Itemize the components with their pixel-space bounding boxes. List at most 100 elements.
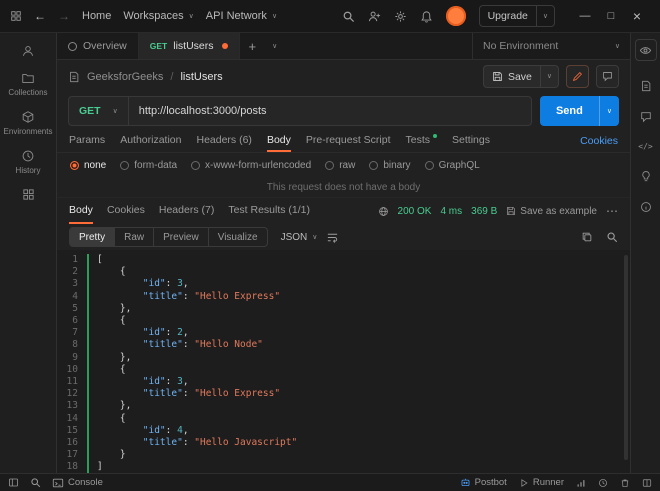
clock-icon — [598, 478, 608, 488]
breadcrumb-collection[interactable]: GeeksforGeeks — [87, 71, 163, 83]
body-type-form-data[interactable]: form-data — [120, 160, 177, 171]
tab-label: Params — [69, 134, 105, 146]
save-button[interactable]: Save ∨ — [483, 65, 559, 88]
notifications-bell-icon[interactable] — [420, 10, 433, 23]
code-line: 13 }, — [57, 400, 630, 412]
sidebar-item-more[interactable] — [22, 188, 35, 201]
save-label: Save — [508, 71, 532, 83]
info-icon — [640, 201, 652, 213]
edit-button[interactable] — [566, 65, 589, 88]
topbar: ← → Home Workspaces∨ API Network∨ Upgrad… — [0, 0, 660, 33]
cookies-link[interactable]: Cookies — [580, 129, 618, 152]
tab-params[interactable]: Params — [69, 129, 105, 152]
view-pretty[interactable]: Pretty — [70, 228, 115, 246]
search-icon[interactable] — [342, 10, 355, 23]
body-type-none[interactable]: none — [70, 160, 106, 171]
copy-icon[interactable] — [581, 231, 593, 243]
request-tabs: Params Authorization Headers (6) Body Pr… — [57, 129, 630, 153]
toggle-sidebar-button[interactable] — [8, 477, 19, 488]
tab-headers[interactable]: Headers (6) — [196, 129, 251, 152]
view-visualize[interactable]: Visualize — [209, 228, 267, 246]
sidebar-item-collections[interactable]: Collections — [8, 71, 47, 97]
upgrade-button[interactable]: Upgrade ∨ — [479, 5, 555, 27]
tab-settings[interactable]: Settings — [452, 129, 490, 152]
info-button[interactable] — [640, 201, 652, 213]
save-as-example-button[interactable]: Save as example — [506, 206, 597, 217]
response-body-editor[interactable]: 1[2 {3 "id": 3,4 "title": "Hello Express… — [57, 250, 630, 473]
body-type-urlencoded[interactable]: x-www-form-urlencoded — [191, 160, 311, 171]
nav-api-network[interactable]: API Network∨ — [206, 10, 277, 22]
tab-body[interactable]: Body — [267, 129, 291, 152]
forward-icon[interactable]: → — [58, 9, 70, 23]
status-badge[interactable]: 200 OK — [398, 206, 432, 217]
save-options-chevron[interactable]: ∨ — [540, 66, 558, 87]
tests-pass-dot-icon — [433, 134, 437, 138]
body-type-binary[interactable]: binary — [369, 160, 410, 171]
search-response-icon[interactable] — [606, 231, 618, 243]
sidebar-item-account[interactable] — [21, 44, 35, 58]
comments-button[interactable] — [596, 65, 619, 88]
response-tab-test-results[interactable]: Test Results (1/1) — [228, 198, 310, 224]
documentation-button[interactable] — [640, 80, 652, 92]
maximize-button[interactable]: □ — [598, 10, 624, 22]
postbot-button[interactable]: Postbot — [460, 477, 507, 488]
view-preview[interactable]: Preview — [154, 228, 209, 246]
response-tab-cookies[interactable]: Cookies — [107, 198, 145, 224]
url-input[interactable]: http://localhost:3000/posts — [129, 105, 277, 117]
invite-user-icon[interactable] — [368, 10, 381, 23]
find-replace-button[interactable] — [30, 477, 41, 488]
tab-listusers[interactable]: GET listUsers — [139, 33, 240, 59]
console-button[interactable]: Console — [52, 477, 103, 489]
environment-quick-look-button[interactable] — [635, 39, 657, 61]
trash-button[interactable] — [620, 478, 630, 488]
tab-overview[interactable]: Overview — [57, 33, 139, 59]
back-icon[interactable]: ← — [34, 9, 46, 23]
runner-button[interactable]: Runner — [519, 477, 564, 488]
body-type-raw[interactable]: raw — [325, 160, 355, 171]
split-pane-button[interactable] — [642, 478, 652, 488]
close-button[interactable]: × — [624, 8, 650, 24]
tab-pre-request-script[interactable]: Pre-request Script — [306, 129, 391, 152]
wrap-text-icon[interactable] — [326, 231, 339, 244]
tab-options-chevron[interactable]: ∨ — [265, 33, 284, 59]
split-pane-icon — [642, 478, 652, 488]
related-requests-button[interactable] — [640, 170, 652, 182]
code-snippet-button[interactable]: </> — [638, 142, 652, 151]
editor-scrollbar[interactable] — [624, 255, 628, 460]
network-globe-icon[interactable] — [378, 206, 389, 217]
response-tab-body[interactable]: Body — [69, 198, 93, 224]
sidebar-item-environments[interactable]: Environments — [4, 110, 53, 136]
view-raw[interactable]: Raw — [115, 228, 154, 246]
tab-authorization[interactable]: Authorization — [120, 129, 181, 152]
breadcrumb-request[interactable]: listUsers — [180, 71, 222, 83]
environment-selector[interactable]: No Environment ∨ — [472, 33, 630, 59]
user-avatar[interactable] — [446, 6, 466, 26]
language-selector[interactable]: JSON ∨ — [281, 232, 318, 243]
cookies-jar-button[interactable] — [598, 478, 608, 488]
nav-workspaces[interactable]: Workspaces∨ — [123, 10, 193, 22]
code-line: 3 "id": 3, — [57, 278, 630, 290]
response-time[interactable]: 4 ms — [440, 206, 462, 217]
save-floppy-icon — [506, 206, 516, 216]
tab-tests[interactable]: Tests — [406, 129, 438, 152]
app-grid-icon[interactable] — [10, 10, 22, 22]
sidebar-item-history[interactable]: History — [16, 149, 41, 175]
user-icon — [21, 44, 35, 58]
response-tab-headers[interactable]: Headers (7) — [159, 198, 214, 224]
send-button[interactable]: Send — [540, 96, 599, 126]
response-size[interactable]: 369 B — [471, 206, 497, 217]
minimize-button[interactable]: — — [572, 10, 598, 22]
method-selector[interactable]: GET ∨ — [69, 97, 129, 125]
send-options-chevron[interactable]: ∨ — [599, 96, 619, 126]
upgrade-chevron[interactable]: ∨ — [536, 6, 554, 26]
new-tab-button[interactable]: + — [240, 33, 266, 59]
settings-gear-icon[interactable] — [394, 10, 407, 23]
code-text: "id": 2, — [87, 327, 630, 339]
code-text: ] — [87, 461, 630, 473]
body-type-graphql[interactable]: GraphQL — [425, 160, 480, 171]
nav-home[interactable]: Home — [82, 10, 111, 22]
comments-panel-button[interactable] — [640, 111, 652, 123]
chevron-down-icon: ∨ — [312, 234, 317, 241]
auto-select-agent-button[interactable] — [576, 478, 586, 488]
more-options-icon[interactable]: ⋯ — [606, 204, 618, 218]
